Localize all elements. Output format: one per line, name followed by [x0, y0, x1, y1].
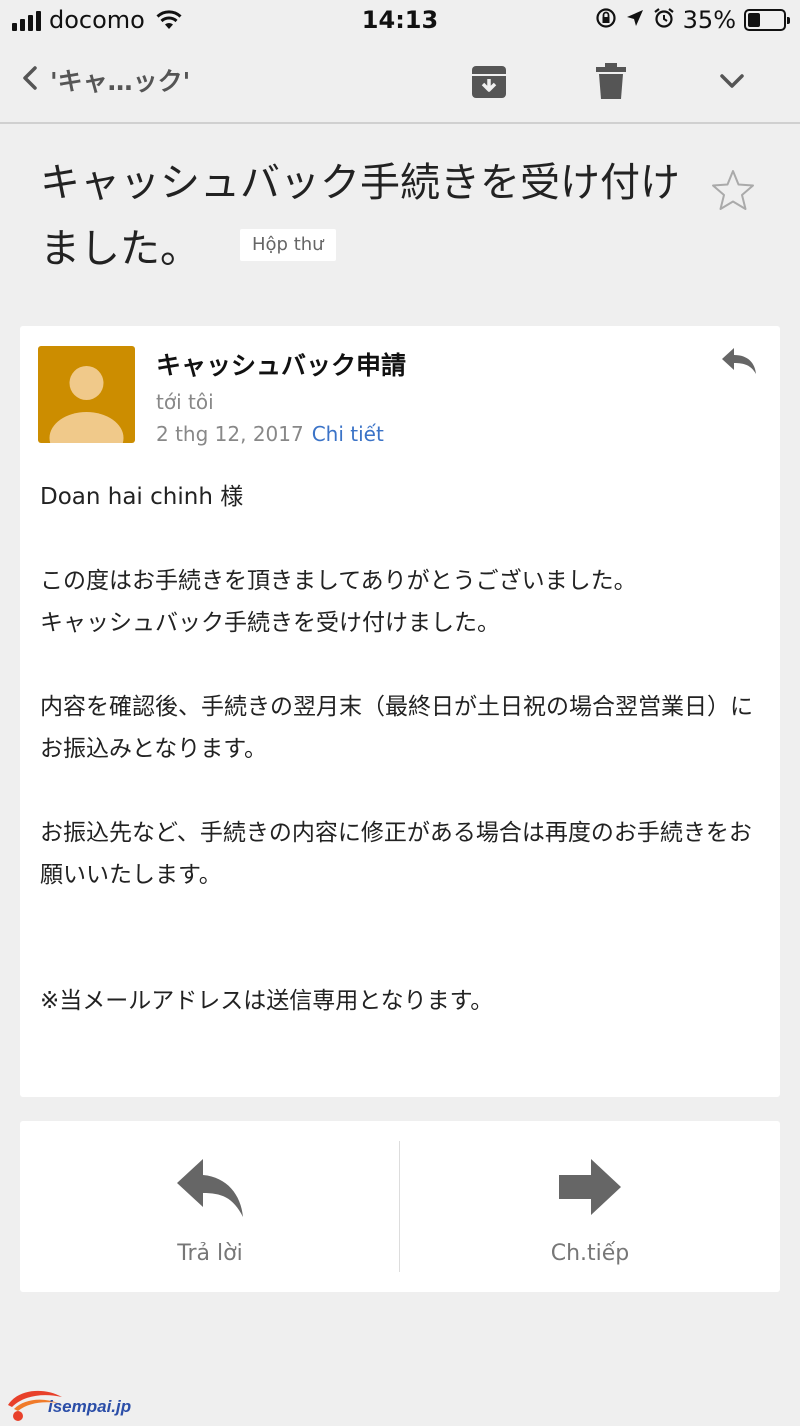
recipient: tới tôi [156, 390, 214, 414]
message-body: Doan hai chinh 様 この度はお手続きを頂きましてありがとうございま… [40, 476, 760, 1064]
reply-icon [177, 1159, 243, 1217]
subject-line: キャッシュバック手続きを受け付けました。 Hộp thư [40, 150, 700, 282]
archive-icon [470, 66, 508, 104]
message-meta: 2 thg 12, 2017 Chi tiết [156, 422, 384, 446]
status-right: 35% [595, 6, 790, 34]
more-button[interactable] [716, 66, 748, 100]
back-button[interactable]: 'キャ…ック' [22, 62, 190, 98]
star-button[interactable] [710, 168, 756, 216]
person-icon [49, 366, 124, 443]
forward-icon [559, 1159, 621, 1215]
avatar[interactable] [38, 346, 135, 443]
battery-icon [744, 9, 790, 31]
back-label: 'キャ…ック' [50, 67, 191, 96]
greeting: Doan hai chinh 様 [40, 484, 244, 510]
reply-label: Trả lời [177, 1241, 243, 1266]
rotation-lock-icon [595, 7, 617, 33]
paragraph-1-line-2: キャッシュバック手続きを受け付けました。 [40, 610, 500, 636]
archive-button[interactable] [470, 62, 508, 104]
paragraph-1: この度はお手続きを頂きましてありがとうございました。 キャッシュバック手続きを受… [40, 560, 760, 644]
details-link[interactable]: Chi tiết [312, 422, 384, 446]
paragraph-2: 内容を確認後、手続きの翌月末（最終日が土日祝の場合翌営業日）にお振込みとなります… [40, 694, 753, 762]
location-icon [625, 8, 645, 32]
battery-level [748, 13, 760, 27]
battery-percent: 35% [682, 6, 736, 34]
watermark-logo: isempai.jp [4, 1385, 134, 1422]
forward-label: Ch.tiếp [550, 1241, 630, 1266]
message-card: キャッシュバック申請 tới tôi 2 thg 12, 2017 Chi tiế… [20, 326, 780, 1097]
reply-action-button[interactable]: Trả lời [20, 1121, 400, 1292]
subject-area: キャッシュバック手続きを受け付けました。 Hộp thư [40, 150, 780, 282]
toolbar: 'キャ…ック' [0, 42, 800, 124]
paragraph-3: お振込先など、手続きの内容に修正がある場合は再度のお手続きをお願いいたします。 [40, 820, 752, 888]
message-date: 2 thg 12, 2017 [156, 422, 304, 446]
status-bar: docomo 14:13 35% [0, 0, 800, 42]
trash-icon [594, 63, 628, 104]
send-only-note: ※当メールアドレスは送信専用となります。 [40, 988, 494, 1014]
chevron-left-icon [22, 65, 38, 95]
reply-icon [720, 348, 758, 380]
paragraph-1-line-1: この度はお手続きを頂きましてありがとうございました。 [40, 568, 637, 594]
star-icon [710, 170, 756, 216]
forward-action-button[interactable]: Ch.tiếp [400, 1121, 780, 1292]
alarm-icon [653, 7, 675, 33]
delete-button[interactable] [594, 62, 628, 104]
subject-title: キャッシュバック手続きを受け付けました。 [40, 160, 680, 272]
chevron-down-icon [716, 74, 748, 100]
action-card: Trả lời Ch.tiếp [20, 1121, 780, 1292]
reply-button[interactable] [720, 346, 758, 380]
inbox-label[interactable]: Hộp thư [240, 229, 336, 261]
watermark-text: isempai.jp [48, 1397, 132, 1416]
sender-name: キャッシュバック申請 [156, 351, 407, 380]
